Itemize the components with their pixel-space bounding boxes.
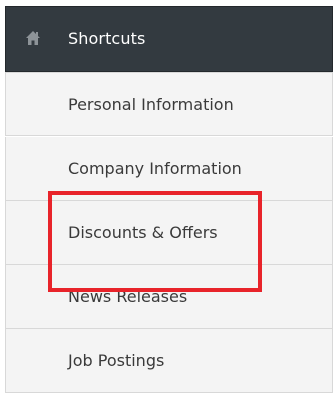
menu-item-label: Company Information <box>68 159 242 178</box>
shortcuts-nav: Shortcuts Personal Information Company I… <box>0 0 333 393</box>
home-icon <box>25 30 41 46</box>
shortcuts-header: Shortcuts <box>5 6 333 72</box>
menu-item-label: Discounts & Offers <box>68 223 218 242</box>
menu-item-personal-information[interactable]: Personal Information <box>5 72 333 136</box>
menu-item-company-information[interactable]: Company Information <box>5 137 333 201</box>
menu-item-label: Personal Information <box>68 95 234 114</box>
menu-item-label: Job Postings <box>68 351 165 370</box>
menu-item-label: News Releases <box>68 287 188 306</box>
menu-item-job-postings[interactable]: Job Postings <box>5 329 333 393</box>
shortcuts-title: Shortcuts <box>68 29 146 48</box>
menu-item-discounts-offers[interactable]: Discounts & Offers <box>5 201 333 265</box>
menu-item-news-releases[interactable]: News Releases <box>5 265 333 329</box>
